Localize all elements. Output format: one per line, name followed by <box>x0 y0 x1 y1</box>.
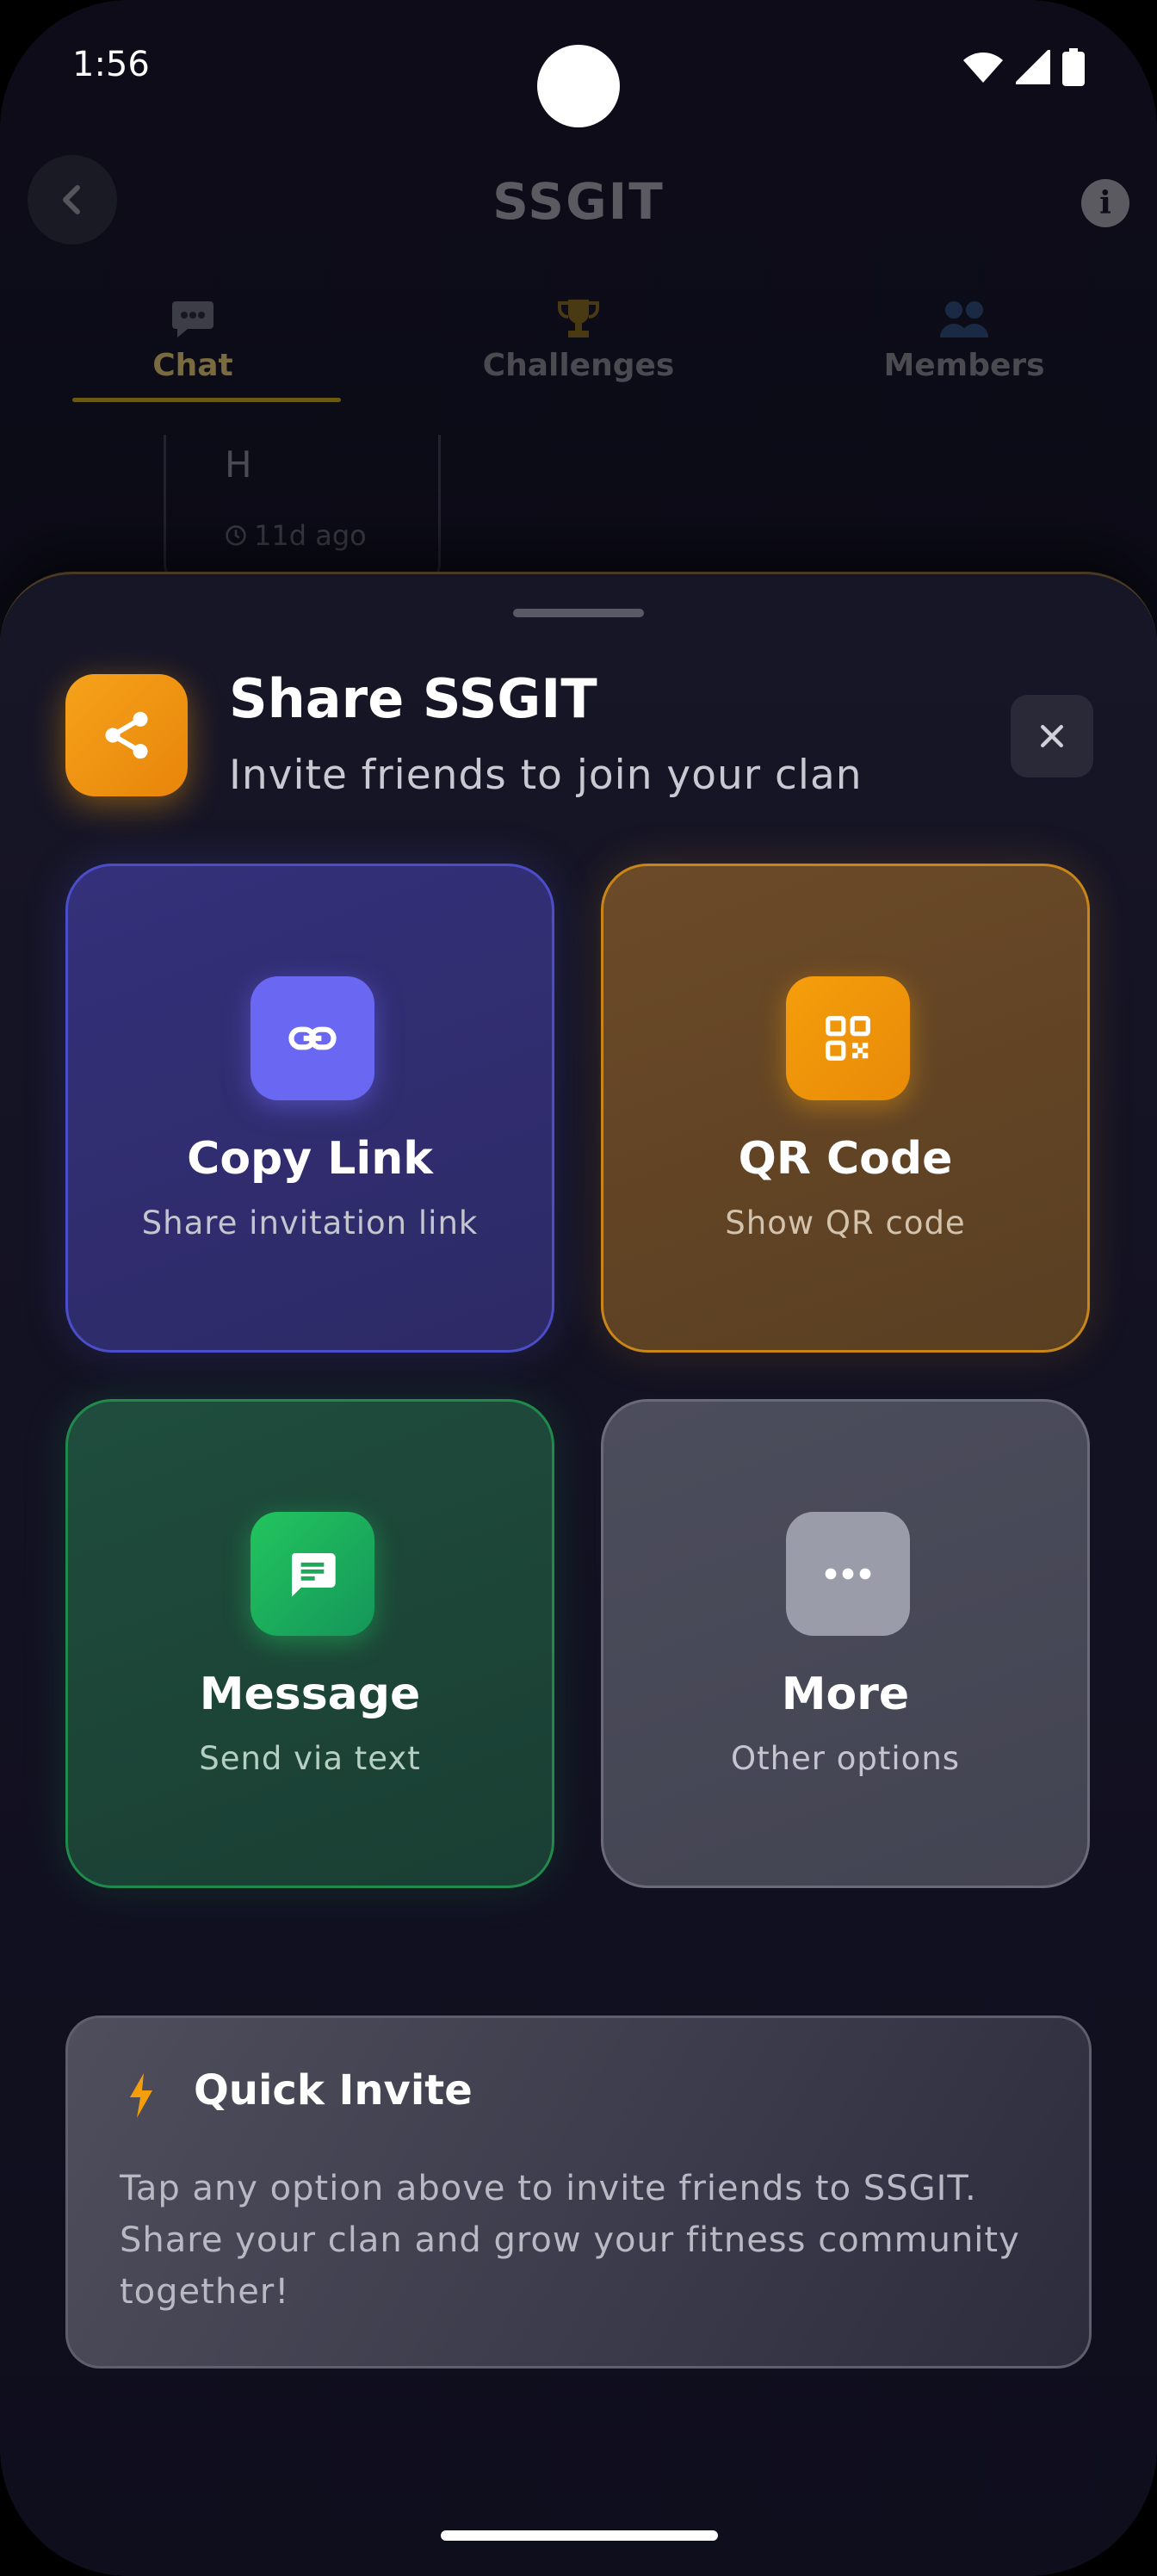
trophy-icon <box>556 293 601 344</box>
share-icon-badge <box>65 674 188 796</box>
clock-icon <box>226 525 246 546</box>
message-timestamp: 11d ago <box>225 519 367 552</box>
tab-chat[interactable]: Chat <box>0 293 386 413</box>
share-icon <box>105 711 148 759</box>
qr-code-button[interactable]: QR Code Show QR code <box>601 864 1090 1353</box>
more-options-button[interactable]: More Other options <box>601 1399 1090 1888</box>
members-icon <box>938 293 990 344</box>
header: SSGIT i <box>0 155 1157 258</box>
chat-message[interactable]: H 11d ago <box>164 435 441 584</box>
message-time-text: 11d ago <box>254 519 367 552</box>
tab-chat-label: Chat <box>152 348 233 383</box>
tab-members[interactable]: Members <box>771 293 1157 413</box>
sheet-drag-handle[interactable] <box>513 609 644 617</box>
close-icon <box>1041 725 1063 747</box>
phone-screen: 1:56 SSGIT i Chat Challenges Members H 1… <box>0 0 1157 2576</box>
tab-members-label: Members <box>883 348 1045 383</box>
message-button[interactable]: Message Send via text <box>65 1399 554 1888</box>
more-dots-icon <box>786 1512 910 1636</box>
quick-invite-body: Tap any option above to invite friends t… <box>120 2169 1020 2312</box>
more-title: More <box>781 1669 910 1720</box>
status-icons <box>962 48 1085 86</box>
info-icon: i <box>1099 185 1111 221</box>
status-bar: 1:56 <box>0 0 1157 138</box>
close-button[interactable] <box>1011 695 1093 777</box>
qr-code-title: QR Code <box>738 1133 953 1185</box>
qr-code-icon <box>786 976 910 1100</box>
active-tab-indicator <box>72 398 341 402</box>
message-text: H <box>225 443 252 486</box>
message-subtitle: Send via text <box>199 1740 421 1777</box>
lightning-bolt-icon <box>130 2073 152 2118</box>
wifi-icon <box>963 53 1003 83</box>
battery-icon <box>1062 48 1085 86</box>
copy-link-subtitle: Share invitation link <box>141 1204 479 1242</box>
signal-icon <box>1016 50 1050 84</box>
message-icon <box>251 1512 374 1636</box>
page-title: SSGIT <box>492 172 665 231</box>
camera-cutout <box>537 45 620 127</box>
tab-challenges[interactable]: Challenges <box>386 293 771 413</box>
home-indicator[interactable] <box>441 2530 718 2541</box>
chat-bubble-icon <box>170 293 215 344</box>
share-sheet: Share SSGIT Invite friends to join your … <box>0 572 1157 2576</box>
tab-challenges-label: Challenges <box>482 348 675 383</box>
info-button[interactable]: i <box>1081 179 1129 227</box>
quick-invite-card: Quick Invite Tap any option above to inv… <box>65 2016 1092 2369</box>
message-title: Message <box>199 1669 421 1720</box>
sheet-title: Share SSGIT <box>229 667 597 730</box>
link-icon <box>251 976 374 1100</box>
copy-link-title: Copy Link <box>187 1133 433 1185</box>
tab-bar: Chat Challenges Members <box>0 293 1157 413</box>
copy-link-button[interactable]: Copy Link Share invitation link <box>65 864 554 1353</box>
more-subtitle: Other options <box>730 1740 961 1777</box>
qr-code-subtitle: Show QR code <box>725 1204 966 1242</box>
status-time: 1:56 <box>72 45 150 84</box>
quick-invite-title: Quick Invite <box>194 2066 473 2115</box>
sheet-subtitle: Invite friends to join your clan <box>229 752 863 799</box>
